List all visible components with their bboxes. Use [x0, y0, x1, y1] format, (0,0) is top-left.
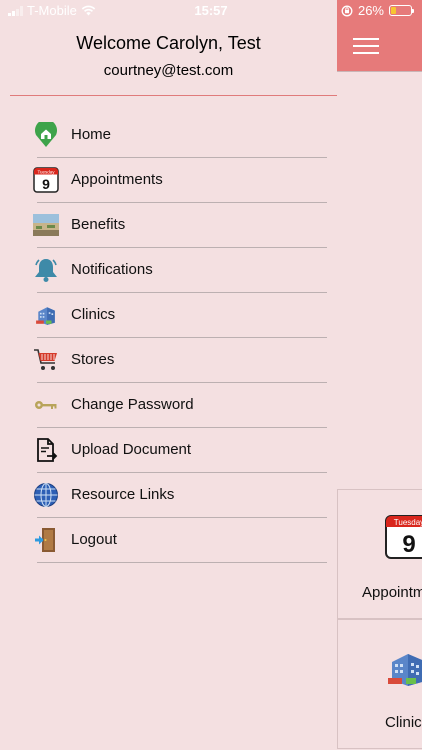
key-icon [33, 392, 59, 418]
menu-item-label: Stores [71, 351, 115, 368]
menu-item-label: Home [71, 126, 112, 143]
shopping-cart-icon [33, 347, 59, 373]
menu-item-home[interactable]: Home [0, 113, 337, 158]
menu-item-change-password[interactable]: Change Password [0, 383, 337, 428]
logout-door-icon [33, 527, 59, 553]
calendar-day-number: 9 [402, 531, 415, 558]
calendar-icon: Tuesday 9 [385, 515, 422, 559]
home-pin-icon [33, 122, 59, 148]
tile-label: Appointm [362, 584, 422, 601]
menu-item-label: Change Password [71, 396, 194, 413]
drawer-divider [10, 95, 337, 96]
menu-item-benefits[interactable]: Benefits [0, 203, 337, 248]
menu-divider [37, 562, 327, 563]
tile-label: Clinics [385, 714, 422, 731]
battery-fill [391, 7, 396, 14]
calendar-day-name: Tuesday [37, 169, 55, 174]
status-bar: T-Mobile 15:57 26% [0, 0, 422, 22]
menu-item-logout[interactable]: Logout [0, 518, 337, 563]
calendar-icon: Tuesday 9 [33, 167, 59, 193]
bell-icon [33, 257, 59, 283]
menu-item-label: Appointments [71, 171, 163, 188]
welcome-title: Welcome Carolyn, Test [76, 33, 261, 53]
building-icon [33, 302, 59, 328]
navigation-drawer: Welcome Carolyn, Test courtney@test.com … [0, 0, 337, 750]
menu-item-clinics[interactable]: Clinics [0, 293, 337, 338]
hamburger-menu-icon[interactable] [353, 38, 379, 56]
menu-item-label: Benefits [71, 216, 126, 233]
menu-item-label: Upload Document [71, 441, 192, 458]
globe-icon [33, 482, 59, 508]
appointments-tile[interactable]: Tuesday 9 Appointm [337, 489, 422, 619]
menu-item-stores[interactable]: Stores [0, 338, 337, 383]
menu-item-resource-links[interactable]: Resource Links [0, 473, 337, 518]
battery-percent: 26% [357, 3, 384, 18]
header-divider [337, 71, 422, 72]
calendar-day-name: Tuesday [394, 518, 422, 527]
benefits-photo-icon [33, 212, 59, 238]
menu-item-label: Notifications [71, 261, 153, 278]
clinics-tile[interactable]: Clinics [337, 619, 422, 749]
menu-item-label: Logout [71, 531, 117, 548]
menu-item-label: Resource Links [71, 486, 175, 503]
status-right: 26% [341, 3, 414, 18]
orientation-lock-icon [341, 5, 353, 16]
drawer-menu: Home Tuesday 9 Appointments Benefits Not… [0, 113, 337, 563]
menu-item-appointments[interactable]: Tuesday 9 Appointments [0, 158, 337, 203]
building-icon [388, 654, 422, 686]
user-email: courtney@test.com [103, 62, 234, 79]
battery-icon [389, 5, 414, 16]
menu-item-label: Clinics [71, 306, 116, 323]
upload-document-icon [33, 437, 59, 463]
menu-item-upload-document[interactable]: Upload Document [0, 428, 337, 473]
menu-item-notifications[interactable]: Notifications [0, 248, 337, 293]
calendar-day-number: 9 [42, 176, 50, 192]
